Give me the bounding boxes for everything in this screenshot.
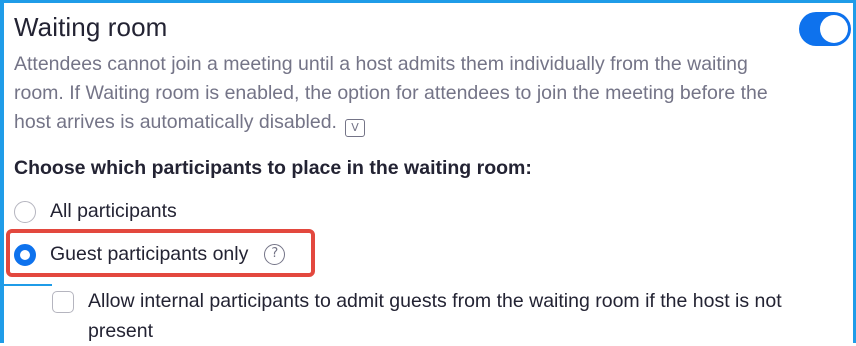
setting-title: Waiting room: [14, 12, 168, 42]
allow-internal-checkbox[interactable]: [52, 291, 74, 313]
choose-participants-label: Choose which participants to place in th…: [14, 157, 532, 179]
video-icon[interactable]: V: [344, 119, 365, 137]
option-all-participants[interactable]: All participants: [14, 200, 177, 223]
waiting-room-toggle[interactable]: [799, 12, 851, 46]
option-label-all: All participants: [50, 200, 177, 222]
help-icon[interactable]: ?: [264, 244, 286, 265]
option-label-guest: Guest participants only: [50, 243, 249, 265]
option-guest-participants[interactable]: Guest participants only ?: [14, 243, 286, 266]
radio-all-participants[interactable]: [14, 200, 36, 223]
frame-accent-line: [0, 284, 52, 286]
setting-description: Attendees cannot join a meeting until a …: [14, 50, 774, 137]
toggle-knob: [820, 15, 848, 43]
radio-guest-participants[interactable]: [14, 243, 36, 266]
description-text: Attendees cannot join a meeting until a …: [14, 53, 768, 133]
allow-internal-label: Allow internal participants to admit gue…: [88, 290, 782, 342]
